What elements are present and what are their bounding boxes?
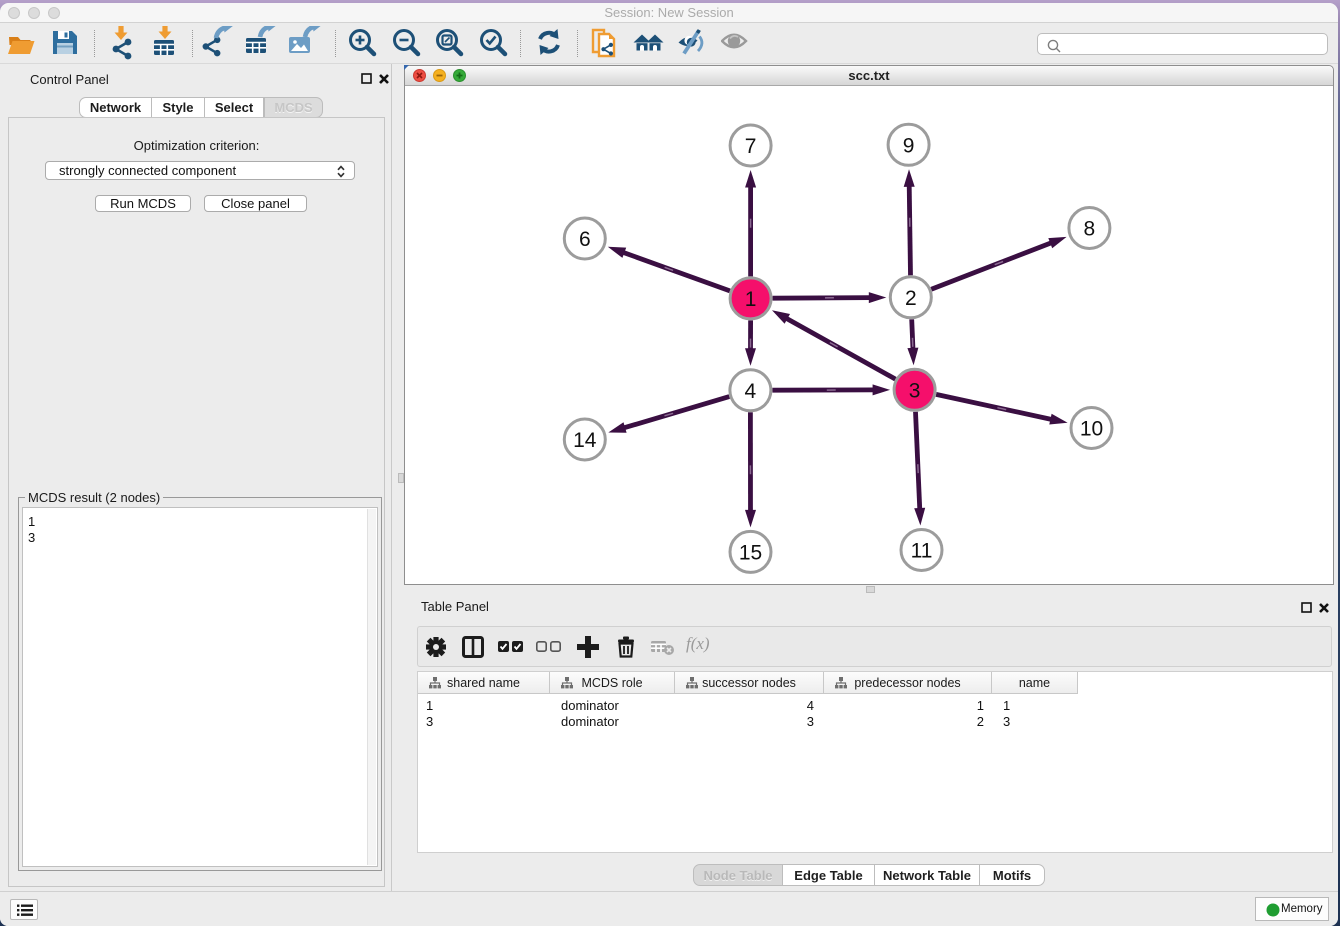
svg-text:15: 15 <box>739 542 762 565</box>
svg-text:8: 8 <box>1084 218 1096 241</box>
svg-text:4: 4 <box>745 380 757 403</box>
svg-text:6: 6 <box>579 228 591 251</box>
svg-text:11: 11 <box>911 540 933 563</box>
svg-text:2: 2 <box>905 287 917 310</box>
svg-text:7: 7 <box>745 135 757 158</box>
svg-text:10: 10 <box>1080 418 1103 441</box>
svg-text:14: 14 <box>573 429 597 452</box>
svg-text:1: 1 <box>745 288 757 311</box>
svg-text:3: 3 <box>909 379 921 402</box>
svg-text:9: 9 <box>903 134 915 157</box>
